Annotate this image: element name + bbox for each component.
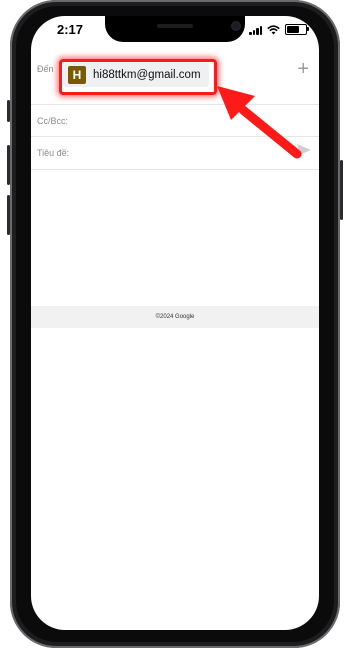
to-label: Đến — [37, 64, 54, 74]
subject-label: Tiêu đề: — [37, 148, 70, 158]
cc-bcc-label: Cc/Bcc: — [37, 116, 69, 126]
volume-up-button — [7, 145, 10, 185]
notch — [105, 16, 245, 42]
speaker — [157, 24, 193, 28]
red-arrow-icon — [217, 86, 302, 159]
wifi-icon — [267, 24, 280, 34]
status-icons — [249, 24, 309, 35]
power-button — [340, 160, 343, 220]
phone-frame: 2:17 Đến H hi88ttkm@gmail.com + Cc/Bcc: … — [7, 0, 343, 648]
signal-icon — [249, 25, 262, 35]
footer: ©2024 Google — [31, 306, 319, 328]
plus-icon[interactable]: + — [297, 58, 309, 81]
highlight-box — [59, 59, 217, 95]
front-camera — [231, 21, 241, 31]
status-time: 2:17 — [57, 22, 84, 37]
battery-icon — [285, 24, 309, 35]
volume-down-button — [7, 195, 10, 235]
mute-switch — [7, 100, 10, 122]
